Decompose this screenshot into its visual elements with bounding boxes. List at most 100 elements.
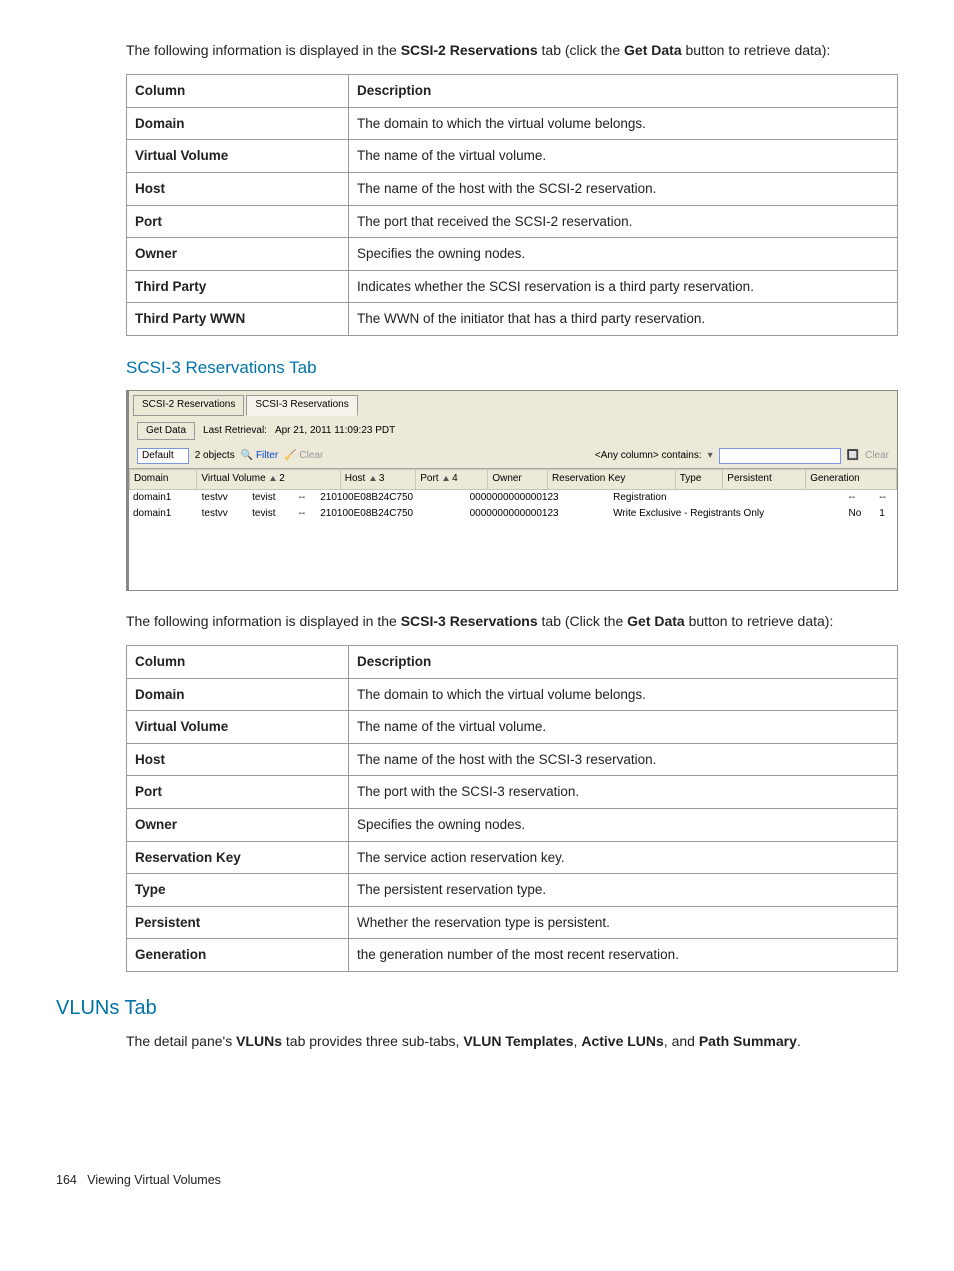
cell-desc: The name of the virtual volume. (349, 711, 898, 744)
grid-cell: testvv (198, 506, 249, 523)
cell-col: Port (127, 776, 349, 809)
cell-col: Domain (127, 678, 349, 711)
grid-col-domain[interactable]: Domain (130, 470, 197, 490)
cell-desc: Specifies the owning nodes. (349, 809, 898, 842)
page-number: 164 (56, 1173, 77, 1187)
col-header-column: Column (127, 646, 349, 679)
table-row: Generationthe generation number of the m… (127, 939, 898, 972)
grid-cell: -- (295, 490, 317, 507)
filter-select[interactable]: Default (137, 448, 189, 464)
search-label: <Any column> contains: (595, 449, 702, 464)
cell-desc: the generation number of the most recent… (349, 939, 898, 972)
grid-cell: Write Exclusive - Registrants Only (609, 506, 844, 523)
tab-scsi3[interactable]: SCSI-3 Reservations (246, 395, 357, 416)
scsi3-screenshot: SCSI-2 Reservations SCSI-3 Reservations … (126, 390, 898, 591)
grid-cell: tevist (248, 506, 294, 523)
intro-scsi3: The following information is displayed i… (126, 611, 898, 631)
grid-cell: No (844, 506, 875, 523)
vluns-description: The detail pane's VLUNs tab provides thr… (126, 1031, 898, 1051)
page-title: Viewing Virtual Volumes (87, 1173, 221, 1187)
grid-cell: domain1 (129, 490, 198, 507)
grid-col-persistent[interactable]: Persistent (723, 470, 806, 490)
table-row: Third Party WWNThe WWN of the initiator … (127, 303, 898, 336)
last-retrieval-value: Apr 21, 2011 11:09:23 PDT (275, 424, 395, 439)
cell-desc: The persistent reservation type. (349, 874, 898, 907)
table-row: DomainThe domain to which the virtual vo… (127, 107, 898, 140)
grid-cell: testvv (198, 490, 249, 507)
cell-col: Generation (127, 939, 349, 972)
grid-row[interactable]: domain1testvvtevist--210100E08B24C750000… (129, 506, 897, 523)
search-clear-link[interactable]: Clear (865, 449, 889, 464)
cell-col: Virtual Volume (127, 140, 349, 173)
tab-strip: SCSI-2 Reservations SCSI-3 Reservations (129, 391, 897, 416)
grid-cell: Registration (609, 490, 844, 507)
table-row: Virtual VolumeThe name of the virtual vo… (127, 711, 898, 744)
grid-col-type[interactable]: Type (675, 470, 723, 490)
cell-desc: The WWN of the initiator that has a thir… (349, 303, 898, 336)
last-retrieval-label: Last Retrieval: (203, 424, 267, 439)
get-data-button[interactable]: Get Data (137, 422, 195, 441)
cell-desc: The name of the host with the SCSI-2 res… (349, 172, 898, 205)
table-row: HostThe name of the host with the SCSI-2… (127, 172, 898, 205)
scsi2-table: Column Description DomainThe domain to w… (126, 74, 898, 336)
table-row: PortThe port that received the SCSI-2 re… (127, 205, 898, 238)
cell-desc: Specifies the owning nodes. (349, 238, 898, 271)
page-footer: 164 Viewing Virtual Volumes (56, 1171, 898, 1189)
grid-cell: -- (844, 490, 875, 507)
grid-cell: -- (875, 490, 897, 507)
col-header-description: Description (349, 646, 898, 679)
grid-row[interactable]: domain1testvvtevist--210100E08B24C750000… (129, 490, 897, 507)
cell-col: Host (127, 172, 349, 205)
cell-desc: Indicates whether the SCSI reservation i… (349, 270, 898, 303)
table-row: Reservation KeyThe service action reserv… (127, 841, 898, 874)
grid-col-rkey[interactable]: Reservation Key (547, 470, 675, 490)
cell-desc: The name of the host with the SCSI-3 res… (349, 743, 898, 776)
scsi3-table: Column Description DomainThe domain to w… (126, 645, 898, 972)
table-row: OwnerSpecifies the owning nodes. (127, 809, 898, 842)
grid-col-generation[interactable]: Generation (806, 470, 897, 490)
intro-scsi2: The following information is displayed i… (126, 40, 898, 60)
grid-cell: 210100E08B24C750 (316, 506, 465, 523)
grid-col-port[interactable]: Port 4 (416, 470, 488, 490)
cell-desc: The port with the SCSI-3 reservation. (349, 776, 898, 809)
cell-col: Third Party (127, 270, 349, 303)
table-row: Virtual VolumeThe name of the virtual vo… (127, 140, 898, 173)
search-result-icon: 🔲 (847, 449, 859, 464)
grid-cell: 0000000000000123 (466, 506, 610, 523)
cell-col: Persistent (127, 906, 349, 939)
grid-cell: 210100E08B24C750 (316, 490, 465, 507)
vluns-heading: VLUNs Tab (56, 994, 898, 1023)
grid-cell: 1 (875, 506, 897, 523)
col-header-description: Description (349, 75, 898, 108)
table-row: DomainThe domain to which the virtual vo… (127, 678, 898, 711)
tab-scsi2[interactable]: SCSI-2 Reservations (133, 395, 244, 416)
sort-icon (443, 476, 449, 481)
search-input[interactable] (719, 448, 841, 464)
cell-col: Virtual Volume (127, 711, 349, 744)
table-row: PersistentWhether the reservation type i… (127, 906, 898, 939)
cell-col: Owner (127, 238, 349, 271)
table-row: PortThe port with the SCSI-3 reservation… (127, 776, 898, 809)
cell-col: Type (127, 874, 349, 907)
cell-col: Domain (127, 107, 349, 140)
grid-col-vv[interactable]: Virtual Volume 2 (197, 470, 340, 490)
grid-cell: domain1 (129, 506, 198, 523)
cell-col: Reservation Key (127, 841, 349, 874)
cell-desc: The name of the virtual volume. (349, 140, 898, 173)
grid-cell: -- (295, 506, 317, 523)
cell-col: Third Party WWN (127, 303, 349, 336)
sort-icon (270, 476, 276, 481)
cell-desc: The service action reservation key. (349, 841, 898, 874)
cell-desc: The domain to which the virtual volume b… (349, 678, 898, 711)
grid-cell: 0000000000000123 (466, 490, 610, 507)
cell-desc: The domain to which the virtual volume b… (349, 107, 898, 140)
filter-clear-link[interactable]: 🧹 Clear (284, 449, 323, 464)
filter-link[interactable]: 🔍 Filter (241, 449, 278, 464)
grid-col-host[interactable]: Host 3 (340, 470, 416, 490)
grid-col-owner[interactable]: Owner (488, 470, 548, 490)
table-row: HostThe name of the host with the SCSI-3… (127, 743, 898, 776)
scsi3-heading: SCSI-3 Reservations Tab (126, 356, 898, 381)
search-dropdown-icon[interactable]: ▾ (708, 449, 713, 464)
col-header-column: Column (127, 75, 349, 108)
cell-desc: Whether the reservation type is persiste… (349, 906, 898, 939)
